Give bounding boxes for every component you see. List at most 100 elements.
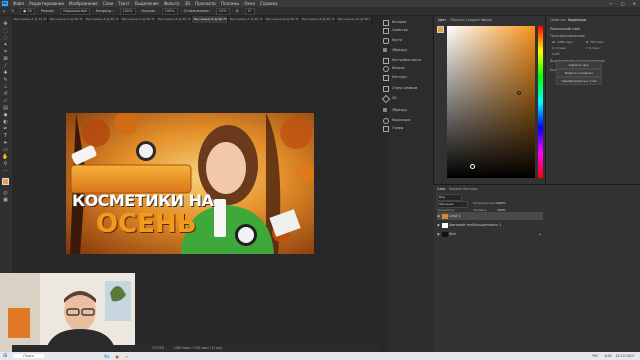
hand-tool-icon[interactable]: ✋ xyxy=(2,154,9,160)
remove-background-button[interactable]: Удалить фон xyxy=(556,61,602,69)
menu-window[interactable]: Окно xyxy=(244,1,255,6)
panel-adjustments[interactable]: Коррекция xyxy=(392,118,410,122)
layer-row[interactable]: ◉ Фон 🔒︎ xyxy=(437,230,543,238)
blur-tool-icon[interactable]: ◆ xyxy=(2,112,9,118)
folder-taskbar-icon[interactable]: ▰ xyxy=(125,354,128,359)
panel-swatches-2[interactable]: Образцы xyxy=(392,108,407,112)
angle-input[interactable]: 0° xyxy=(244,7,255,15)
photoshop-taskbar-icon[interactable]: Ps xyxy=(104,354,109,359)
move-tool-icon[interactable]: ✥ xyxy=(2,21,9,27)
select-subject-button[interactable]: Выбрать предмет xyxy=(556,69,602,77)
document-canvas[interactable]: КОСМЕТИКИ НА ОСЕНЬ xyxy=(66,113,314,254)
layer-name[interactable]: Слой 1 xyxy=(449,214,460,218)
frame-tool-icon[interactable]: ⊠ xyxy=(2,56,9,62)
menu-edit[interactable]: Редактирование xyxy=(29,1,64,6)
picker-cursor[interactable] xyxy=(470,164,475,169)
opacity-input[interactable]: 100% xyxy=(119,7,136,15)
close-icon[interactable]: ✕ xyxy=(633,1,636,6)
layer-name[interactable]: Фон xyxy=(449,232,456,236)
tab-paths[interactable]: Контуры xyxy=(463,187,478,191)
maximize-icon[interactable]: ▢ xyxy=(621,1,625,6)
tab-adjustments[interactable]: Коррекция xyxy=(568,18,586,22)
panel-history[interactable]: История xyxy=(392,20,406,24)
panel-glyphs[interactable]: Глифы xyxy=(392,126,403,130)
x-field[interactable]: X: 0 пикс xyxy=(552,46,566,50)
healing-brush-icon[interactable]: ✚ xyxy=(2,70,9,76)
path-select-icon[interactable]: ➤ xyxy=(2,140,9,146)
brush-icon[interactable] xyxy=(383,38,389,44)
start-icon[interactable]: ⊞ xyxy=(3,353,7,359)
menu-type[interactable]: Текст xyxy=(118,1,130,6)
menu-select[interactable]: Выделение xyxy=(135,1,159,6)
marquee-tool-icon[interactable]: ⬚ xyxy=(2,28,9,34)
tab-document[interactable]: Без имени-10 @ 66,7% (RGB/8) xyxy=(336,16,372,23)
home-icon[interactable]: ⌂ xyxy=(3,9,5,13)
brush-tool-icon[interactable]: ✎ xyxy=(2,77,9,83)
menu-view[interactable]: Просмотр xyxy=(195,1,216,6)
menu-file[interactable]: Файл xyxy=(13,1,24,6)
properties-icon[interactable] xyxy=(383,28,389,34)
tab-document[interactable]: Без имени-7 @ 66,7% (RGB/8) xyxy=(228,16,264,23)
clock-time[interactable]: 8:42 xyxy=(605,354,612,358)
eraser-tool-icon[interactable]: ▱ xyxy=(2,98,9,104)
layer-opacity-input[interactable]: 100% xyxy=(497,201,506,205)
tab-swatches[interactable]: Образцы xyxy=(450,18,465,22)
flow-input[interactable]: 100% xyxy=(161,7,178,15)
y-field[interactable]: Y: 0 пикс xyxy=(586,46,600,50)
panel-properties[interactable]: Свойства xyxy=(392,28,408,32)
minimize-icon[interactable]: — xyxy=(609,1,613,6)
character-styles-icon[interactable] xyxy=(383,86,389,92)
menu-3d[interactable]: 3D xyxy=(185,1,191,6)
mode-select[interactable]: Нормальный xyxy=(60,7,90,15)
lasso-tool-icon[interactable]: ◌ xyxy=(2,35,9,41)
type-tool-icon[interactable]: T xyxy=(2,133,9,139)
quick-mask-icon[interactable]: ◎ xyxy=(2,190,9,196)
quick-select-icon[interactable]: ✦ xyxy=(2,42,9,48)
glyphs-icon[interactable] xyxy=(383,126,389,132)
layer-row[interactable]: ◉ Цветовой тон/Насыщенность 1 xyxy=(437,221,543,229)
gear-icon[interactable]: ⚙ xyxy=(236,9,239,13)
screen-mode-icon[interactable]: ▣ xyxy=(2,197,9,203)
menu-help[interactable]: Справка xyxy=(260,1,278,6)
layer-row-selected[interactable]: ◉ Слой 1 xyxy=(437,212,543,220)
menu-filter[interactable]: Фильтр xyxy=(164,1,180,6)
swatches-icon[interactable] xyxy=(383,108,387,112)
layer-filter-select[interactable]: Вид xyxy=(437,194,462,201)
gradient-tool-icon[interactable]: ▤ xyxy=(2,105,9,111)
eyedropper-icon[interactable]: ⁄ xyxy=(2,63,9,69)
panel-channels[interactable]: Каналы xyxy=(392,66,405,70)
blend-mode-select[interactable]: Обычные xyxy=(437,201,468,208)
crop-tool-icon[interactable]: ⌗ xyxy=(2,49,9,55)
color-picker-field[interactable] xyxy=(447,26,535,178)
tab-document[interactable]: Без имени-9 @ 66,7% (Слой 1, RGB/8) xyxy=(300,16,336,23)
tab-document[interactable]: Без имени-4 @ 66,7% (RGB/8) xyxy=(120,16,156,23)
tab-document[interactable]: Без имени-5 @ 66,7% (RGB/8) xyxy=(156,16,192,23)
clock-date[interactable]: 02.10.2023 xyxy=(616,354,634,358)
smoothing-input[interactable]: 10% xyxy=(215,7,230,15)
adjustments-icon[interactable] xyxy=(383,118,389,124)
tab-channels[interactable]: Каналы xyxy=(449,187,462,191)
menu-layers[interactable]: Слои xyxy=(103,1,113,6)
eye-icon[interactable]: ◉ xyxy=(437,212,441,220)
zoom-tool-icon[interactable]: ⚲ xyxy=(2,161,9,167)
pen-tool-icon[interactable]: ✒ xyxy=(2,126,9,132)
panel-brushes[interactable]: Кисти xyxy=(392,38,402,42)
tab-properties[interactable]: Свойства xyxy=(550,18,566,22)
history-brush-icon[interactable]: ↺ xyxy=(2,91,9,97)
panel-character-styles[interactable]: Стили символа xyxy=(392,86,417,90)
tab-patterns[interactable]: Узоры xyxy=(482,18,492,22)
history-icon[interactable] xyxy=(383,20,389,26)
foreground-color-swatch[interactable] xyxy=(2,178,9,185)
eye-icon[interactable]: ◉ xyxy=(437,221,441,229)
hue-slider[interactable] xyxy=(538,26,543,178)
eye-icon[interactable]: ◉ xyxy=(437,230,441,238)
foreground-swatch[interactable] xyxy=(437,26,444,33)
stamp-tool-icon[interactable]: ⊥ xyxy=(2,84,9,90)
swatches-icon[interactable] xyxy=(383,48,387,52)
brush-tool-icon[interactable]: ✎ xyxy=(11,9,14,13)
tab-document-active[interactable]: Без имени-6 @ 66,7% (Слой 1, RGB/8) xyxy=(192,16,228,23)
panel-swatches[interactable]: Образцы xyxy=(392,48,407,52)
convert-to-layer-button[interactable]: Преобразовать в слой xyxy=(556,77,602,85)
keyboard-language[interactable]: РУС xyxy=(592,354,598,358)
tab-document[interactable]: Без имени-2 @ 66,7% (RGB/8) xyxy=(48,16,84,23)
